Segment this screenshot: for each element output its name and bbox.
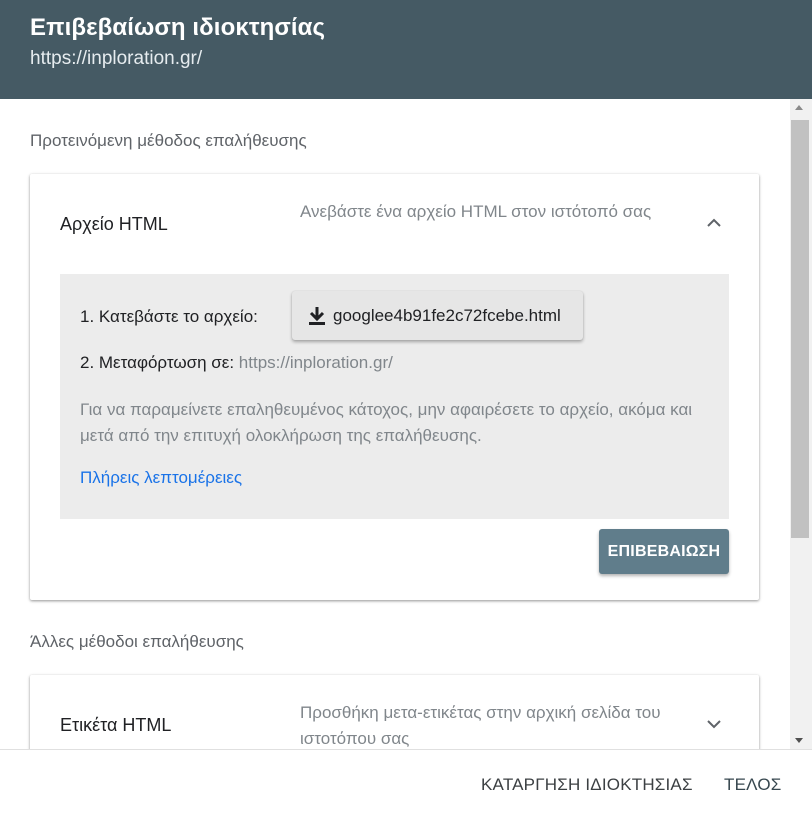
keep-file-note: Για να παραμείνετε επαληθευμένος κάτοχος… bbox=[80, 400, 693, 445]
scroll-down-arrow-icon[interactable] bbox=[795, 738, 803, 743]
scroll-up-arrow-icon[interactable] bbox=[795, 105, 803, 110]
vertical-scrollbar[interactable] bbox=[790, 99, 812, 749]
step2-label: 2. Μεταφόρτωση σε: bbox=[80, 353, 235, 372]
scrollbar-thumb[interactable] bbox=[791, 120, 809, 538]
property-url: https://inploration.gr/ bbox=[30, 48, 203, 69]
verify-button[interactable]: ΕΠΙΒΕΒΑΙΩΣΗ bbox=[599, 529, 729, 574]
recommended-section-label: Προτεινόμενη μέθοδος επαλήθευσης bbox=[30, 131, 307, 150]
chevron-down-icon[interactable] bbox=[704, 714, 724, 734]
done-button[interactable]: ΤΕΛΟΣ bbox=[724, 775, 781, 795]
download-filename: googlee4b91fe2c72fcebe.html bbox=[333, 306, 561, 325]
step2-url: https://inploration.gr/ bbox=[238, 353, 393, 372]
method-title: Αρχείο HTML bbox=[60, 214, 168, 234]
method-title: Ετικέτα HTML bbox=[60, 715, 172, 735]
dialog-header: Επιβεβαίωση ιδιοκτησίας https://inplorat… bbox=[0, 0, 812, 99]
method-details-panel: 1. Κατεβάστε το αρχείο: googlee4b91fe2c7… bbox=[60, 274, 729, 519]
dialog-title: Επιβεβαίωση ιδιοκτησίας bbox=[30, 14, 326, 41]
html-tag-method-card[interactable]: Ετικέτα HTML Προσθήκη μετα-ετικέτας στην… bbox=[30, 675, 759, 749]
other-methods-section-label: Άλλες μέθοδοι επαλήθευσης bbox=[30, 632, 244, 651]
step1-label: 1. Κατεβάστε το αρχείο: bbox=[80, 307, 258, 326]
dialog-content: Προτεινόμενη μέθοδος επαλήθευσης Αρχείο … bbox=[0, 99, 790, 749]
download-file-button[interactable]: googlee4b91fe2c72fcebe.html bbox=[292, 291, 583, 340]
full-details-link[interactable]: Πλήρεις λεπτομέρειες bbox=[80, 468, 242, 488]
method-description: Προσθήκη μετα-ετικέτας στην αρχική σελίδ… bbox=[300, 703, 661, 748]
chevron-up-icon[interactable] bbox=[704, 213, 724, 233]
step2: 2. Μεταφόρτωση σε: https://inploration.g… bbox=[80, 353, 393, 373]
download-icon bbox=[306, 305, 328, 327]
remove-property-button[interactable]: ΚΑΤΑΡΓΗΣΗ ΙΔΙΟΚΤΗΣΙΑΣ bbox=[481, 775, 693, 795]
dialog-footer: ΚΑΤΑΡΓΗΣΗ ΙΔΙΟΚΤΗΣΙΑΣ ΤΕΛΟΣ bbox=[0, 749, 812, 816]
html-file-method-card: Αρχείο HTML Ανεβάστε ένα αρχείο HTML στο… bbox=[30, 174, 759, 600]
method-description: Ανεβάστε ένα αρχείο HTML στον ιστότοπό σ… bbox=[300, 202, 652, 221]
